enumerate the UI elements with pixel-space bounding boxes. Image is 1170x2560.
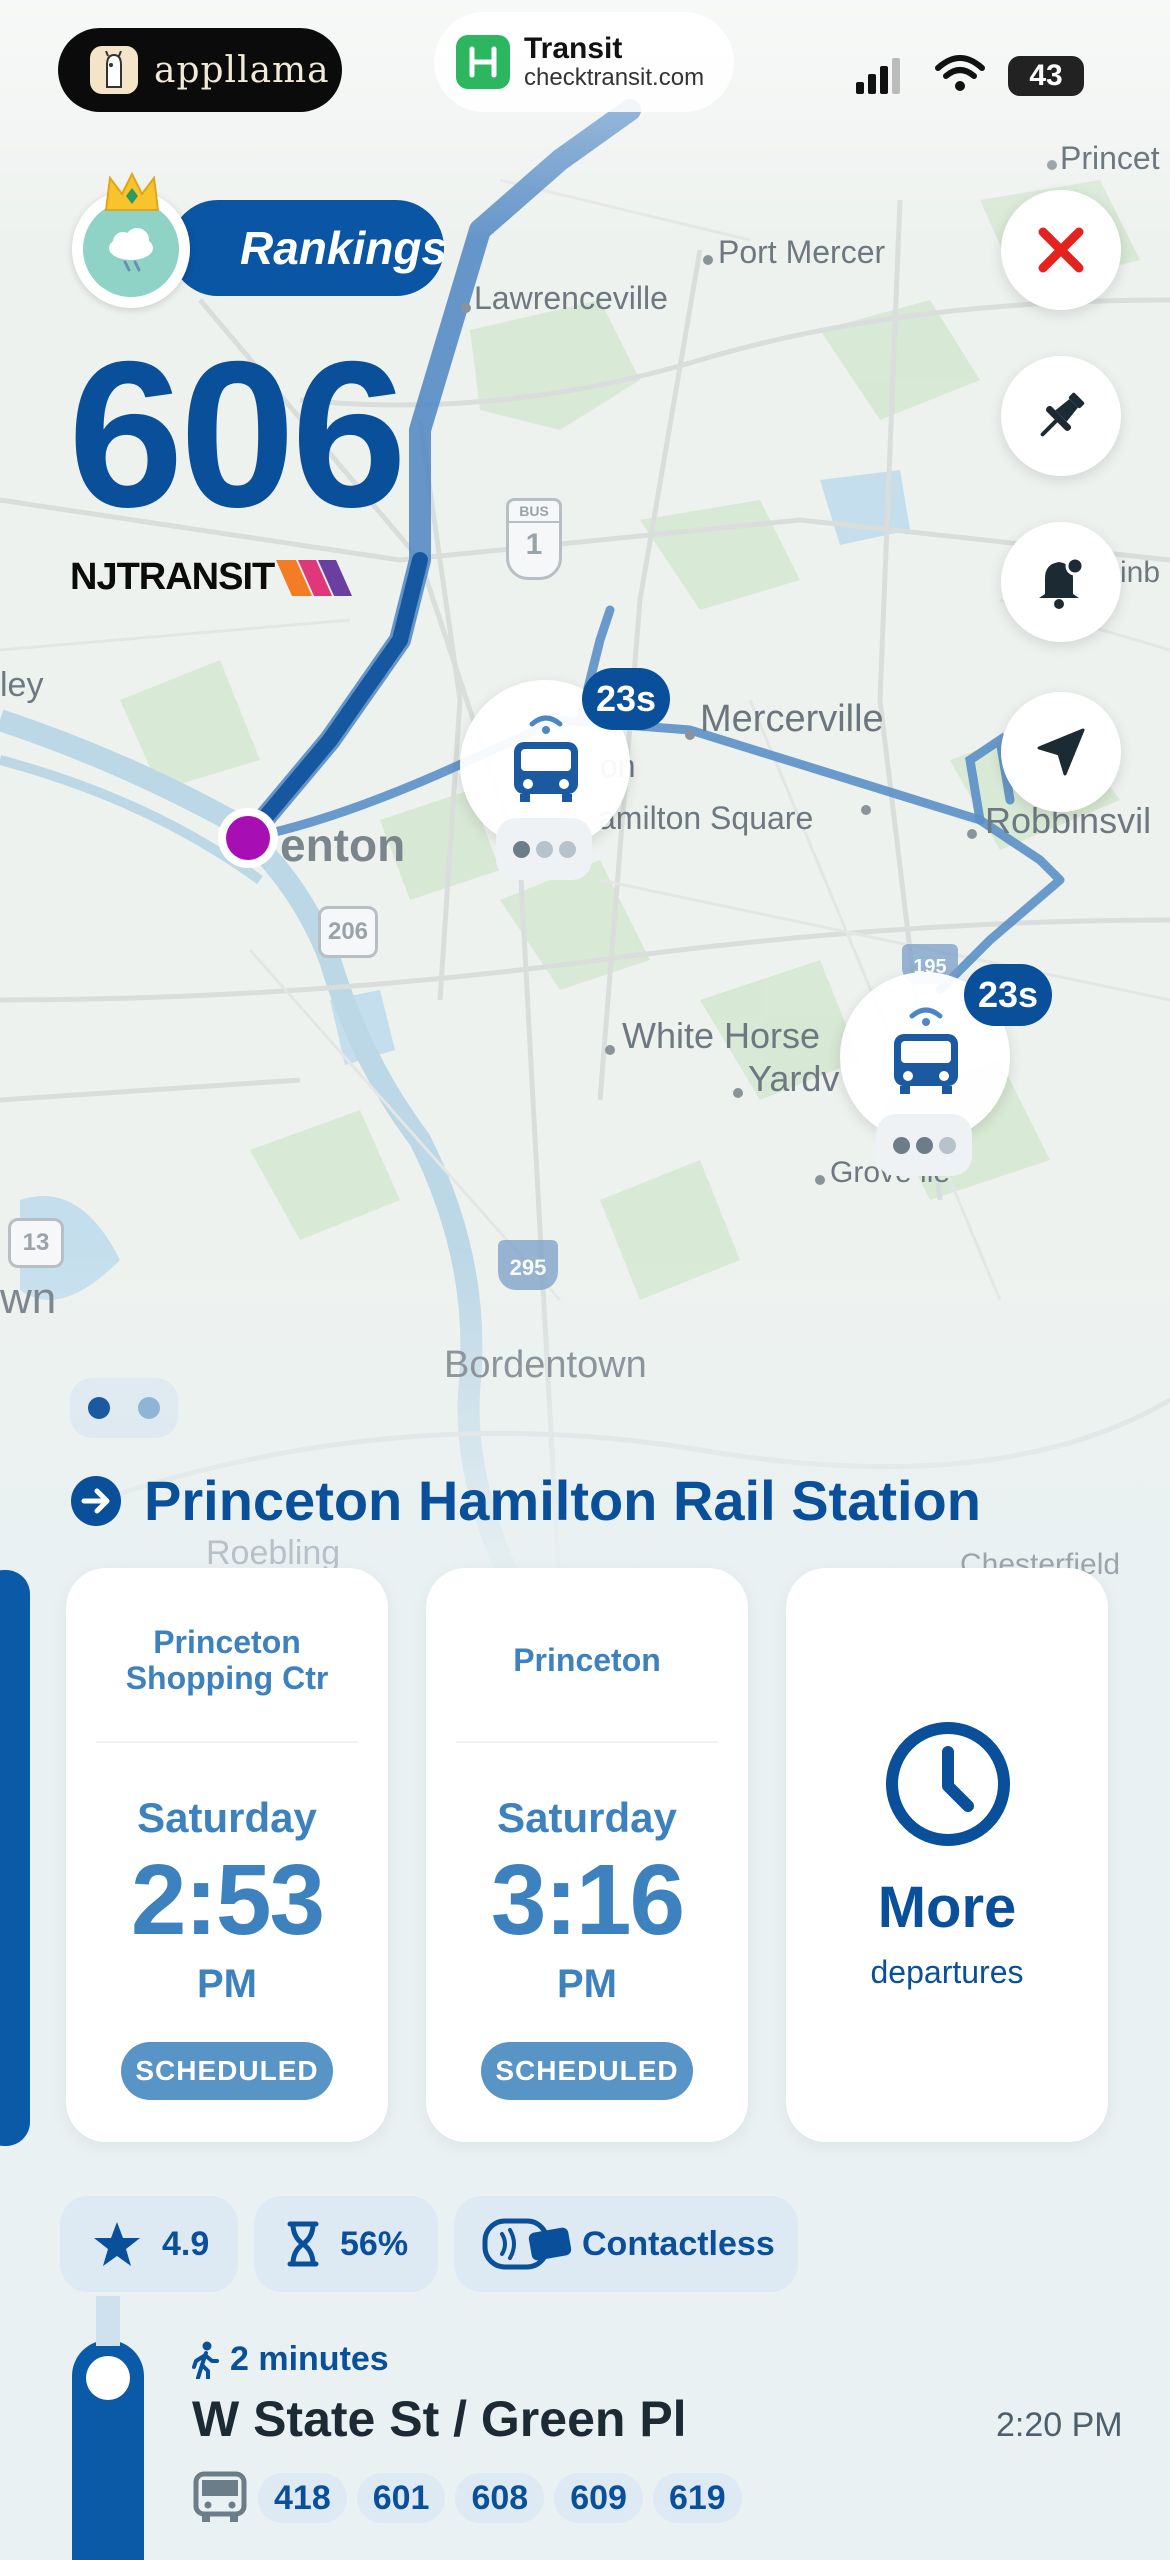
vehicle-eta-badge-2: 23s xyxy=(964,964,1053,1026)
card-divider xyxy=(456,1741,718,1743)
alerts-button[interactable] xyxy=(1001,522,1121,642)
departure-day: Saturday xyxy=(137,1794,317,1841)
map-label-port-mercer: Port Mercer xyxy=(718,234,886,270)
locate-button[interactable] xyxy=(1001,692,1121,812)
route-chip[interactable]: 609 xyxy=(554,2473,643,2523)
station-name: Princeton Hamilton Rail Station xyxy=(144,1469,981,1532)
departure-card[interactable]: Princeton Saturday 3:16 PM SCHEDULED xyxy=(426,1568,748,2142)
clock-icon xyxy=(886,1722,1010,1846)
departure-day: Saturday xyxy=(497,1794,677,1841)
page-dot[interactable] xyxy=(138,1397,160,1419)
page-indicator[interactable] xyxy=(70,1378,178,1438)
nj-transit-stripes-icon xyxy=(276,559,353,596)
walk-time: 2 minutes xyxy=(190,2340,389,2379)
stop-name[interactable]: W State St / Green Pl xyxy=(192,2390,687,2448)
close-button[interactable] xyxy=(1001,190,1121,310)
shield-us1-top: BUS xyxy=(509,501,559,523)
vehicle-eta-badge-1: 23s xyxy=(582,668,671,730)
rating-chip[interactable]: 4.9 xyxy=(60,2196,238,2292)
route-chip[interactable]: 619 xyxy=(652,2473,742,2523)
stop-timeline-connector xyxy=(96,2296,120,2346)
shield-us1: BUS 1 xyxy=(506,498,562,580)
shield-13: 13 xyxy=(8,1218,64,1268)
location-arrow-icon xyxy=(1037,728,1085,776)
agency-name: NJTRANSIT xyxy=(70,556,275,598)
departure-time: 3:16 xyxy=(490,1844,685,1956)
hourglass-icon xyxy=(287,2221,319,2267)
more-title: More xyxy=(877,1875,1017,1940)
crowding-chip[interactable]: 56% xyxy=(254,2196,438,2292)
station-header[interactable]: Princeton Hamilton Rail Station xyxy=(70,1468,981,1533)
appllama-label: appllama xyxy=(154,49,330,91)
rankings-label: Rankings xyxy=(240,222,448,274)
shield-us1-number: 1 xyxy=(525,528,543,561)
departure-time: 2:53 xyxy=(130,1844,325,1956)
departure-status-badge: SCHEDULED xyxy=(121,2042,333,2100)
map-label-hamilton-square: amilton Square xyxy=(598,800,814,836)
walk-time-label: 2 minutes xyxy=(230,2340,389,2378)
payment-chip[interactable]: Contactless xyxy=(454,2196,798,2292)
wifi-icon xyxy=(934,54,986,98)
map-label-bordentown: Bordentown xyxy=(444,1344,647,1386)
departure-ampm: PM xyxy=(197,1962,257,2006)
more-subtitle: departures xyxy=(870,1954,1024,1990)
stop-routes: 418 601 608 609 619 xyxy=(192,2470,742,2526)
transit-url: checktransit.com xyxy=(524,64,705,91)
star-icon xyxy=(94,2222,140,2266)
departure-card[interactable]: Princeton Shopping Ctr Saturday 2:53 PM … xyxy=(66,1568,388,2142)
page-dot-active[interactable] xyxy=(88,1397,110,1419)
stop-time: 2:20 PM xyxy=(996,2406,1123,2444)
departure-status-badge: SCHEDULED xyxy=(481,2042,693,2100)
map-label-princeton: Princet xyxy=(1060,140,1160,176)
departure-destination: Princeton xyxy=(513,1642,661,1678)
transit-title: Transit xyxy=(524,32,623,65)
nj-transit-logo: NJTRANSIT xyxy=(70,556,356,599)
map-label-yardville: Yardv xyxy=(748,1058,840,1099)
route-chip[interactable]: 608 xyxy=(455,2473,545,2523)
map-label-trenton: enton xyxy=(280,819,406,871)
occupancy-indicator-2 xyxy=(876,1114,972,1176)
battery-indicator: 43 xyxy=(1008,56,1084,96)
pin-button[interactable] xyxy=(1001,356,1121,476)
occupancy-indicator-1 xyxy=(496,818,592,880)
bus-icon xyxy=(193,2471,247,2522)
departure-destination: Princeton Shopping Ctr xyxy=(125,1624,329,1696)
contactless-card-icon xyxy=(482,2218,572,2270)
pin-icon xyxy=(1040,392,1085,437)
map-label-white-horse: White Horse xyxy=(622,1015,821,1056)
map-label-ley: ley xyxy=(0,666,44,704)
more-departures-card[interactable]: More departures xyxy=(786,1568,1108,2142)
close-icon xyxy=(1038,227,1084,273)
payment-label: Contactless xyxy=(582,2224,775,2263)
appllama-pill[interactable]: appllama xyxy=(58,28,342,112)
shield-206: 206 xyxy=(318,906,378,958)
crowding-value: 56% xyxy=(340,2224,409,2263)
battery-level: 43 xyxy=(1029,59,1063,92)
bus-icon xyxy=(514,715,578,802)
llama-logo-icon xyxy=(90,46,138,94)
cellular-signal-icon xyxy=(856,56,906,100)
map-label-wn: wn xyxy=(0,1274,57,1323)
route-chip[interactable]: 601 xyxy=(356,2473,446,2523)
departure-ampm: PM xyxy=(557,1962,617,2006)
previous-card-edge[interactable] xyxy=(0,1570,30,2146)
map-label-inb: inb xyxy=(1120,556,1161,589)
crown-icon xyxy=(102,170,162,218)
card-divider xyxy=(96,1741,358,1743)
stop-marker xyxy=(86,2356,130,2400)
map-label-mercerville: Mercerville xyxy=(700,698,884,740)
walking-icon xyxy=(192,2341,219,2379)
route-number: 606 xyxy=(68,319,407,551)
rating-value: 4.9 xyxy=(162,2224,210,2263)
bus-icon xyxy=(894,1007,958,1094)
route-chip[interactable]: 418 xyxy=(258,2473,347,2523)
map-label-lawrenceville: Lawrenceville xyxy=(474,280,668,316)
transit-app-pill[interactable]: Transit checktransit.com xyxy=(434,12,734,112)
transit-logo-icon xyxy=(456,35,510,89)
rankings-button[interactable]: Rankings xyxy=(170,200,448,296)
arrow-circle-right-icon xyxy=(71,1475,121,1526)
shield-i295: 295 xyxy=(498,1240,558,1290)
bell-icon xyxy=(1039,556,1085,609)
